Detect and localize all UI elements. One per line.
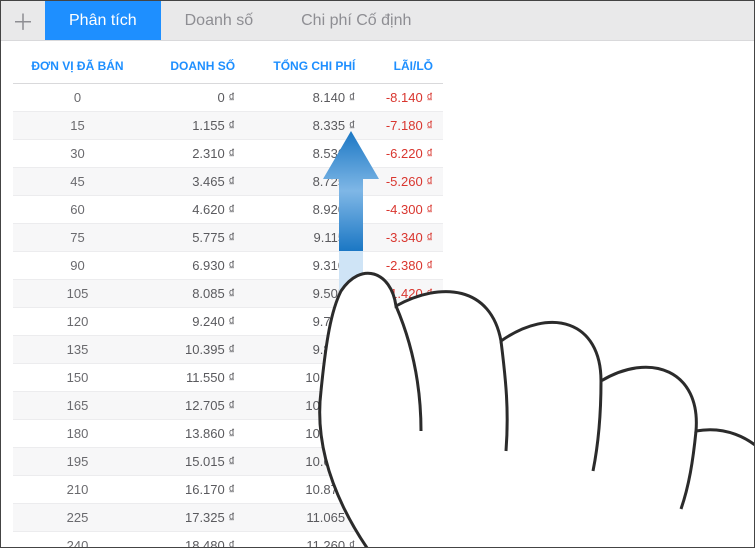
- profit-loss-cell: -3.340 ₫: [365, 224, 443, 252]
- sales-cell: 1.155 ₫: [146, 112, 245, 140]
- tab-fixed-costs[interactable]: Chi phí Cố định: [277, 1, 435, 40]
- profit-loss-cell: 460 ₫: [365, 308, 443, 336]
- sales-cell: 13.860 ₫: [146, 420, 245, 448]
- col-units-sold: ĐƠN VỊ ĐÃ BÁN: [13, 49, 146, 84]
- table-row[interactable]: 15011.550 ₫10.090 ₫: [13, 364, 443, 392]
- units-cell: 225: [13, 504, 146, 532]
- table-row[interactable]: 18013.860 ₫10.480 ₫: [13, 420, 443, 448]
- data-table-wrap: ĐƠN VỊ ĐÃ BÁN DOANH SỐ TỔNG CHI PHÍ LÃI/…: [1, 41, 754, 548]
- profit-loss-cell: 6.2: [365, 504, 443, 532]
- cost-cell: 10.480 ₫: [245, 420, 365, 448]
- units-cell: 90: [13, 252, 146, 280]
- units-cell: 60: [13, 196, 146, 224]
- tab-analysis[interactable]: Phân tích: [45, 1, 161, 40]
- table-row[interactable]: 24018.480 ₫11.260 ₫7.2: [13, 532, 443, 548]
- tab-bar: ＋ Phân tích Doanh số Chi phí Cố định: [1, 1, 754, 41]
- profit-loss-cell: -8.140 ₫: [365, 84, 443, 112]
- sales-cell: 18.480 ₫: [146, 532, 245, 548]
- units-cell: 180: [13, 420, 146, 448]
- add-tab-button[interactable]: ＋: [1, 1, 45, 40]
- cost-cell: 10.675 ₫: [245, 448, 365, 476]
- cost-cell: 10.870 ₫: [245, 476, 365, 504]
- units-cell: 75: [13, 224, 146, 252]
- units-cell: 240: [13, 532, 146, 548]
- units-cell: 120: [13, 308, 146, 336]
- sales-cell: 4.620 ₫: [146, 196, 245, 224]
- table-row[interactable]: 1209.240 ₫9.700 ₫460 ₫: [13, 308, 443, 336]
- profit-loss-cell: 5.3: [365, 476, 443, 504]
- sales-cell: 15.015 ₫: [146, 448, 245, 476]
- cost-cell: 11.065 ₫: [245, 504, 365, 532]
- table-row[interactable]: 19515.015 ₫10.675 ₫4.3: [13, 448, 443, 476]
- col-revenue: DOANH SỐ: [146, 49, 245, 84]
- profit-loss-cell: 7.2: [365, 532, 443, 548]
- units-cell: 45: [13, 168, 146, 196]
- col-profit-loss: LÃI/LỖ: [365, 49, 443, 84]
- cost-cell: 11.260 ₫: [245, 532, 365, 548]
- sales-cell: 3.465 ₫: [146, 168, 245, 196]
- cost-cell: 9.115 ₫: [245, 224, 365, 252]
- table-row[interactable]: 906.930 ₫9.310 ₫-2.380 ₫: [13, 252, 443, 280]
- col-total-cost: TỔNG CHI PHÍ: [245, 49, 365, 84]
- cost-cell: 9.700 ₫: [245, 308, 365, 336]
- cost-cell: 9.895 ₫: [245, 336, 365, 364]
- profit-loss-cell: -6.220 ₫: [365, 140, 443, 168]
- table-row[interactable]: 16512.705 ₫10.285 ₫: [13, 392, 443, 420]
- units-cell: 105: [13, 280, 146, 308]
- units-cell: 150: [13, 364, 146, 392]
- sales-cell: 2.310 ₫: [146, 140, 245, 168]
- tab-sales[interactable]: Doanh số: [161, 1, 278, 40]
- table-row[interactable]: 21016.170 ₫10.870 ₫5.3: [13, 476, 443, 504]
- cost-cell: 10.090 ₫: [245, 364, 365, 392]
- profit-loss-cell: [365, 336, 443, 364]
- sales-cell: 0 ₫: [146, 84, 245, 112]
- sales-cell: 6.930 ₫: [146, 252, 245, 280]
- sales-cell: 16.170 ₫: [146, 476, 245, 504]
- sales-cell: 8.085 ₫: [146, 280, 245, 308]
- table-row[interactable]: 22517.325 ₫11.065 ₫6.2: [13, 504, 443, 532]
- sales-cell: 11.550 ₫: [146, 364, 245, 392]
- units-cell: 195: [13, 448, 146, 476]
- table-row[interactable]: 453.465 ₫8.725 ₫-5.260 ₫: [13, 168, 443, 196]
- table-row[interactable]: 13510.395 ₫9.895 ₫: [13, 336, 443, 364]
- cost-cell: 9.310 ₫: [245, 252, 365, 280]
- profit-loss-cell: [365, 392, 443, 420]
- profit-loss-cell: -7.180 ₫: [365, 112, 443, 140]
- sales-cell: 12.705 ₫: [146, 392, 245, 420]
- units-cell: 135: [13, 336, 146, 364]
- profit-loss-cell: [365, 364, 443, 392]
- table-row[interactable]: 755.775 ₫9.115 ₫-3.340 ₫: [13, 224, 443, 252]
- profit-loss-cell: -2.380 ₫: [365, 252, 443, 280]
- table-row[interactable]: 00 ₫8.140 ₫-8.140 ₫: [13, 84, 443, 112]
- units-cell: 15: [13, 112, 146, 140]
- sales-cell: 9.240 ₫: [146, 308, 245, 336]
- table-row[interactable]: 151.155 ₫8.335 ₫-7.180 ₫: [13, 112, 443, 140]
- profit-loss-cell: -1.420 ₫: [365, 280, 443, 308]
- sales-cell: 5.775 ₫: [146, 224, 245, 252]
- profit-loss-cell: [365, 420, 443, 448]
- cost-cell: 8.140 ₫: [245, 84, 365, 112]
- units-cell: 210: [13, 476, 146, 504]
- table-row[interactable]: 604.620 ₫8.920 ₫-4.300 ₫: [13, 196, 443, 224]
- cost-cell: 10.285 ₫: [245, 392, 365, 420]
- cost-cell: 8.335 ₫: [245, 112, 365, 140]
- data-table[interactable]: ĐƠN VỊ ĐÃ BÁN DOANH SỐ TỔNG CHI PHÍ LÃI/…: [13, 49, 443, 548]
- units-cell: 30: [13, 140, 146, 168]
- profit-loss-cell: 4.3: [365, 448, 443, 476]
- units-cell: 0: [13, 84, 146, 112]
- cost-cell: 8.530 ₫: [245, 140, 365, 168]
- cost-cell: 8.920 ₫: [245, 196, 365, 224]
- sales-cell: 10.395 ₫: [146, 336, 245, 364]
- profit-loss-cell: -4.300 ₫: [365, 196, 443, 224]
- cost-cell: 8.725 ₫: [245, 168, 365, 196]
- cost-cell: 9.505 ₫: [245, 280, 365, 308]
- profit-loss-cell: -5.260 ₫: [365, 168, 443, 196]
- table-row[interactable]: 1058.085 ₫9.505 ₫-1.420 ₫: [13, 280, 443, 308]
- sales-cell: 17.325 ₫: [146, 504, 245, 532]
- table-row[interactable]: 302.310 ₫8.530 ₫-6.220 ₫: [13, 140, 443, 168]
- units-cell: 165: [13, 392, 146, 420]
